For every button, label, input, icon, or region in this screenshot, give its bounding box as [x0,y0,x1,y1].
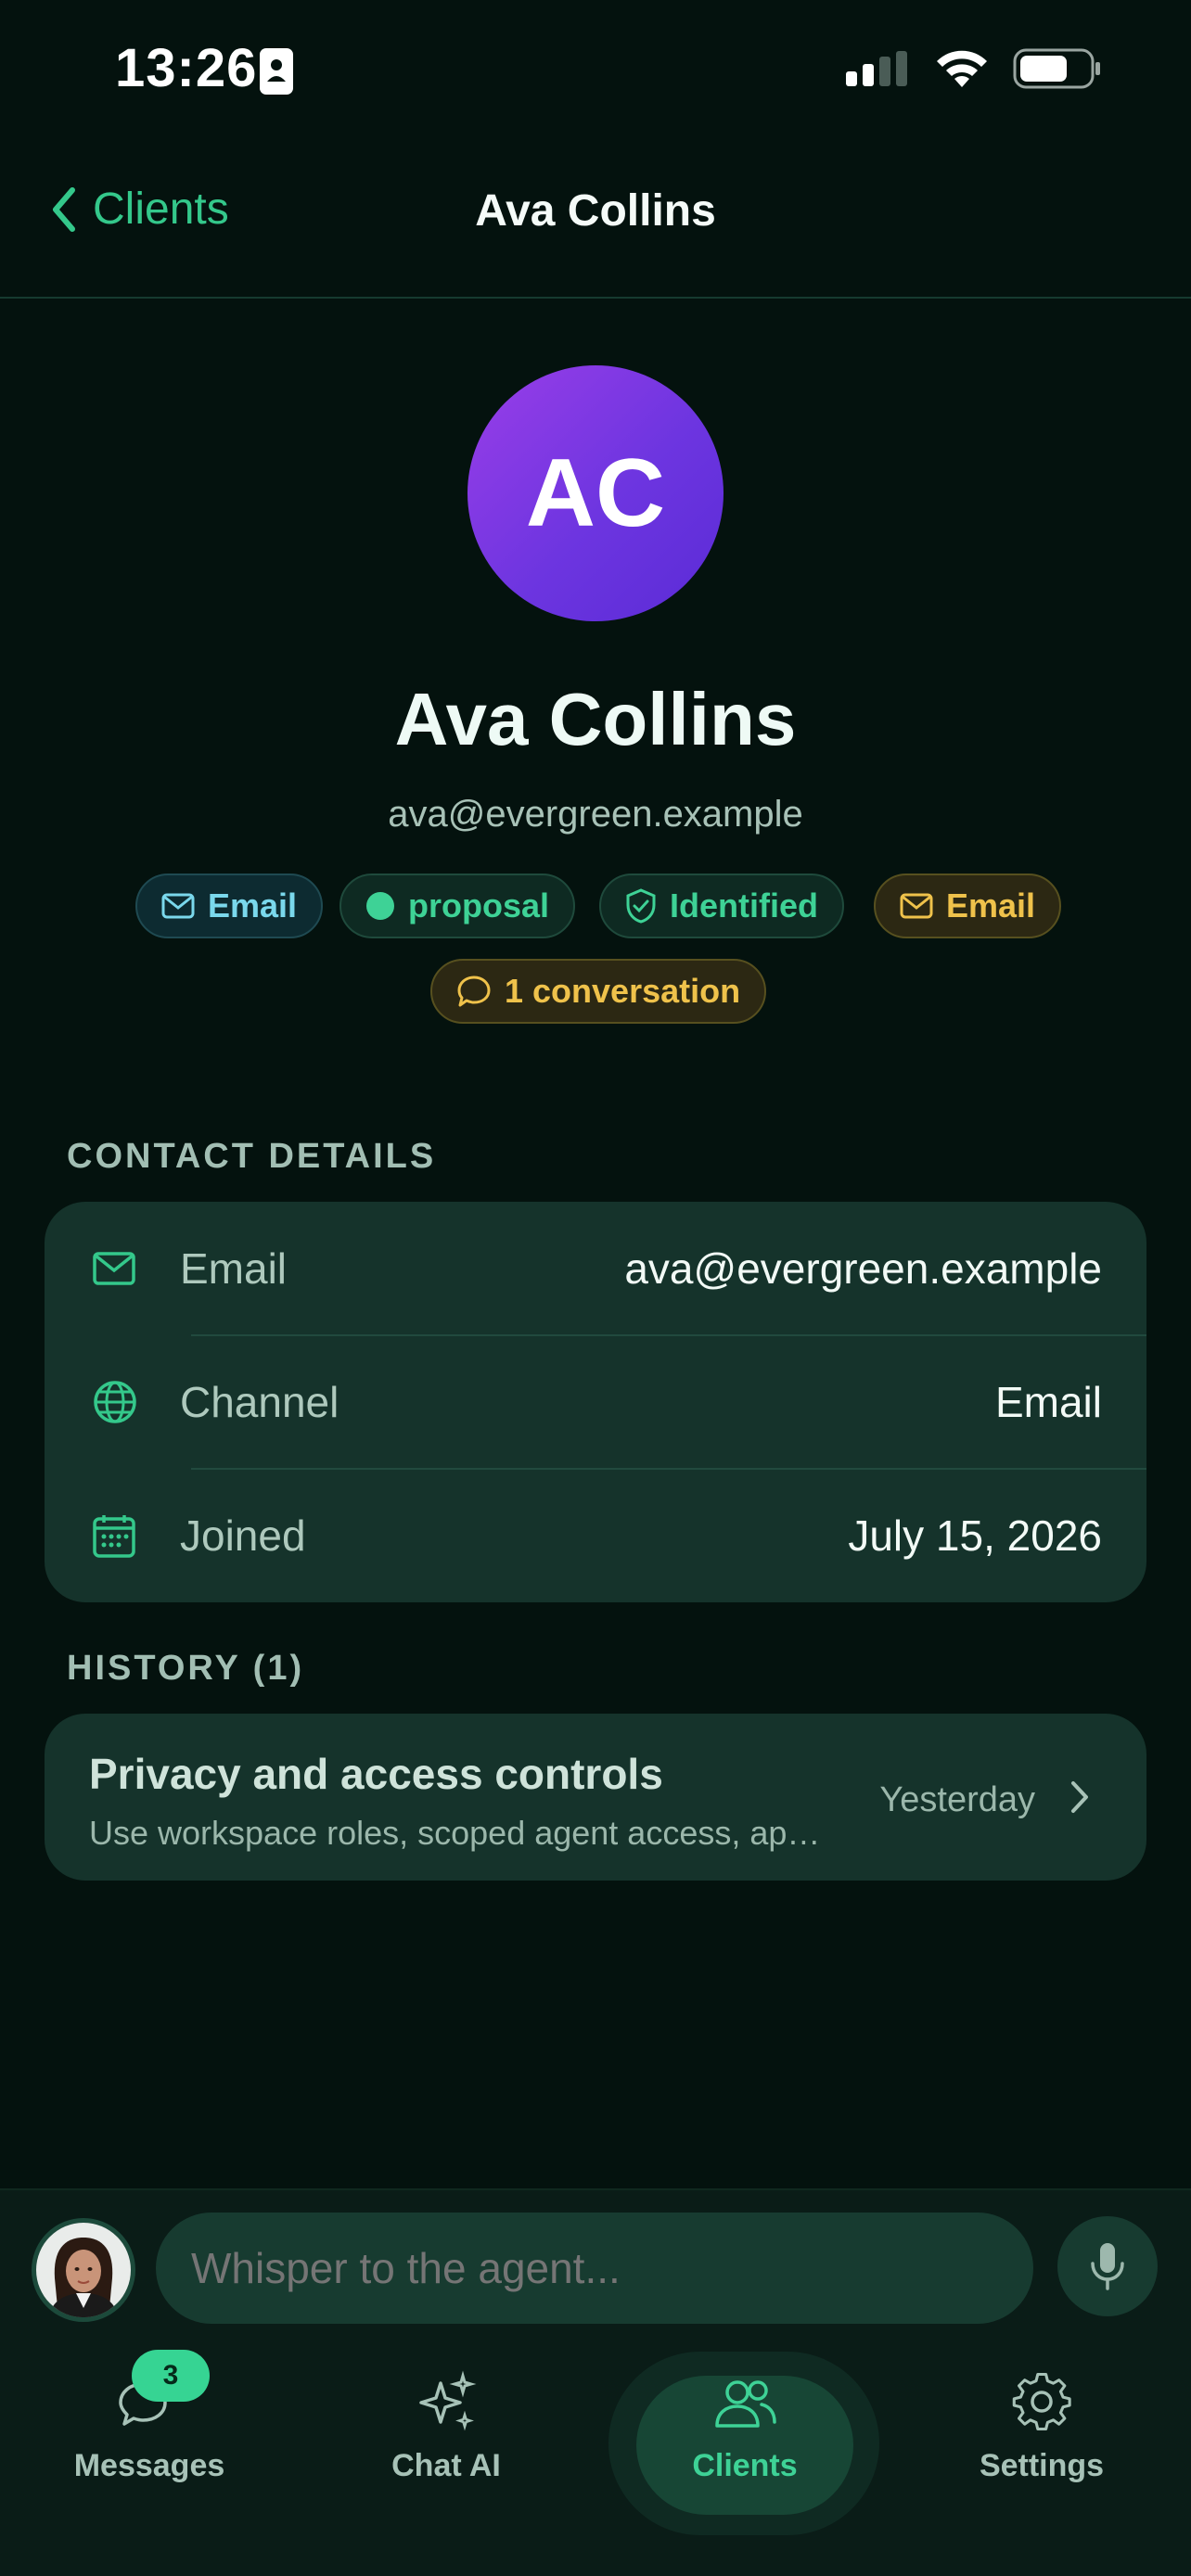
client-avatar: AC [467,365,724,621]
avatar-initials: AC [525,439,666,547]
nav-divider [0,297,1191,299]
user-avatar[interactable] [32,2218,135,2322]
microphone-button[interactable] [1057,2216,1158,2316]
contact-details-heading: CONTACT DETAILS [67,1137,437,1176]
shield-check-icon [626,888,656,924]
chip-label: Identified [670,886,818,925]
microphone-icon [1091,2243,1124,2290]
users-icon [715,2380,776,2428]
row-label: Joined [180,1511,306,1560]
chip-stage-proposal: proposal [339,874,576,938]
gear-icon [1012,2372,1071,2431]
tab-label: Settings [979,2448,1105,2483]
chat-bubble-icon [457,976,491,1007]
history-item-title: Privacy and access controls [89,1750,663,1798]
row-label: Channel [180,1378,339,1426]
chevron-right-icon [1071,1781,1088,1813]
calendar-icon [93,1515,135,1558]
client-name: Ava Collins [394,678,797,760]
cellular-signal-icon [846,51,907,86]
unread-badge: 3 [132,2350,210,2402]
mail-icon [93,1252,135,1285]
contact-details-card: Email ava@evergreen.example Channel Emai… [45,1202,1146,1602]
wifi-icon [937,50,987,87]
chip-label: Email [208,886,298,925]
chip-label: Email [946,886,1036,925]
contact-row-joined[interactable]: Joined July 15, 2026 [45,1469,1146,1602]
status-indicators [846,48,1102,89]
page-title: Ava Collins [475,186,716,236]
dot-icon [366,892,394,920]
tab-chat-ai[interactable]: Chat AI [339,2359,553,2484]
row-value: ava@evergreen.example [624,1244,1102,1293]
contact-row-email[interactable]: Email ava@evergreen.example [45,1202,1146,1335]
tab-clients[interactable]: Clients [638,2359,852,2484]
sparkles-icon [419,2370,477,2431]
tab-settings[interactable]: Settings [935,2359,1148,2484]
tab-label: Messages [73,2448,225,2483]
tab-label: Chat AI [391,2448,501,2483]
row-value: July 15, 2026 [848,1511,1102,1560]
history-item[interactable]: Privacy and access controls Use workspac… [45,1714,1146,1881]
row-value: Email [994,1378,1102,1426]
chip-identified: Identified [599,874,844,938]
whisper-input[interactable] [156,2213,1033,2324]
history-item-time: Yesterday [879,1780,1035,1819]
row-label: Email [180,1244,288,1293]
chip-conversation-count: 1 conversation [430,959,767,1024]
contact-card-icon [260,48,293,95]
mail-icon [900,893,933,919]
chip-preferred-email: Email [874,874,1062,938]
status-time: 13:26 [115,38,258,98]
client-email: ava@evergreen.example [388,794,803,835]
chip-label: 1 conversation [505,972,741,1010]
mail-icon [161,893,195,919]
history-heading: HISTORY (1) [67,1649,305,1688]
history-item-subtitle: Use workspace roles, scoped agent access… [89,1814,821,1852]
globe-icon [94,1381,136,1423]
chip-label: proposal [408,886,550,925]
chip-channel-email: Email [135,874,324,938]
contact-row-channel[interactable]: Channel Email [45,1335,1146,1469]
tab-label: Clients [692,2448,798,2483]
battery-icon [1013,48,1100,89]
